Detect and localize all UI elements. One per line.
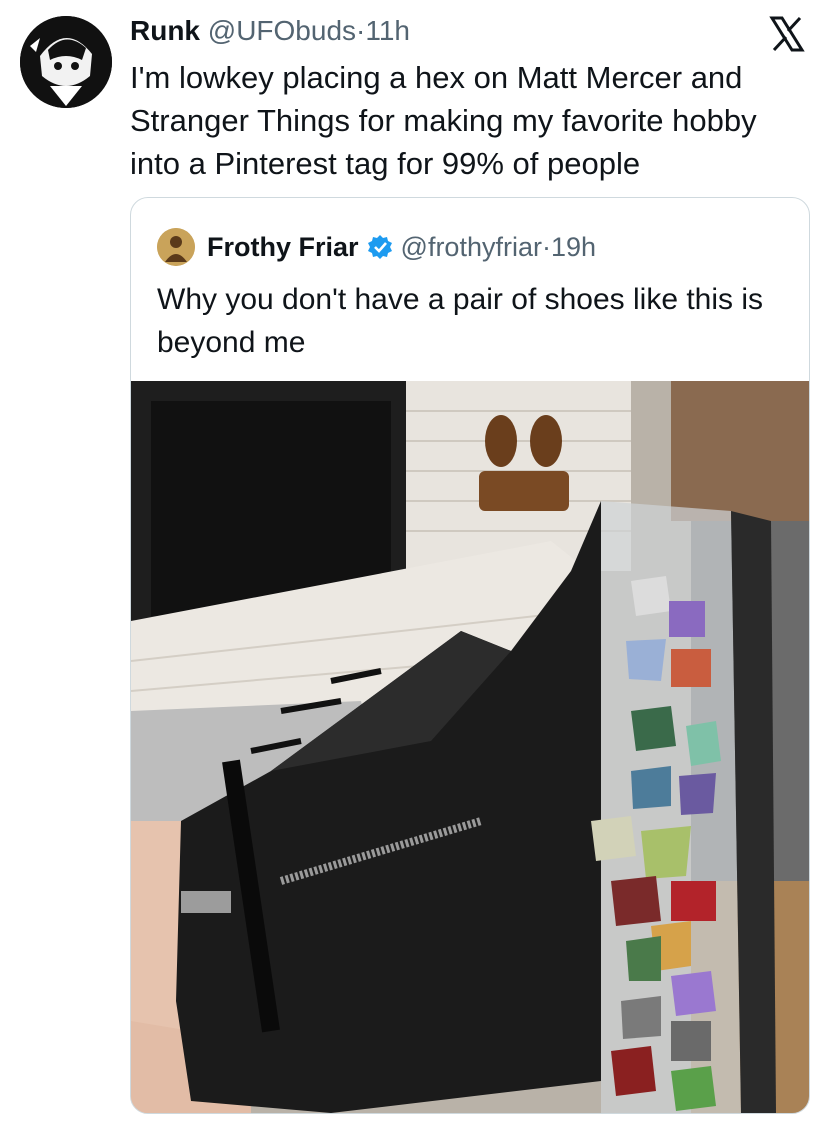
verified-badge-icon [367, 235, 392, 259]
tweet-header: Runk @UFObuds·11h [130, 14, 410, 48]
author-avatar[interactable] [20, 16, 112, 108]
quoted-author-handle[interactable]: @frothyfriar [401, 232, 542, 262]
quoted-tweet-time[interactable]: 19h [551, 232, 596, 262]
quoted-author-name[interactable]: Frothy Friar [207, 228, 359, 266]
quoted-tweet-text: Why you don't have a pair of shoes like … [157, 283, 764, 359]
author-name[interactable]: Runk [130, 15, 200, 46]
tweet-text: I'm lowkey placing a hex on Matt Mercer … [130, 60, 757, 181]
x-logo-icon[interactable] [767, 14, 807, 54]
boot-photo[interactable] [131, 381, 809, 1113]
quoted-header: Frothy Friar @frothyfriar·19h [207, 228, 596, 266]
quoted-separator-dot: · [541, 232, 551, 262]
quoted-tweet-card[interactable]: Frothy Friar @frothyfriar·19h Why you do… [130, 197, 810, 1114]
quoted-author-avatar[interactable] [157, 228, 195, 266]
author-handle[interactable]: @UFObuds [208, 15, 356, 46]
tweet-time[interactable]: 11h [365, 15, 410, 46]
separator-dot: · [356, 15, 366, 46]
